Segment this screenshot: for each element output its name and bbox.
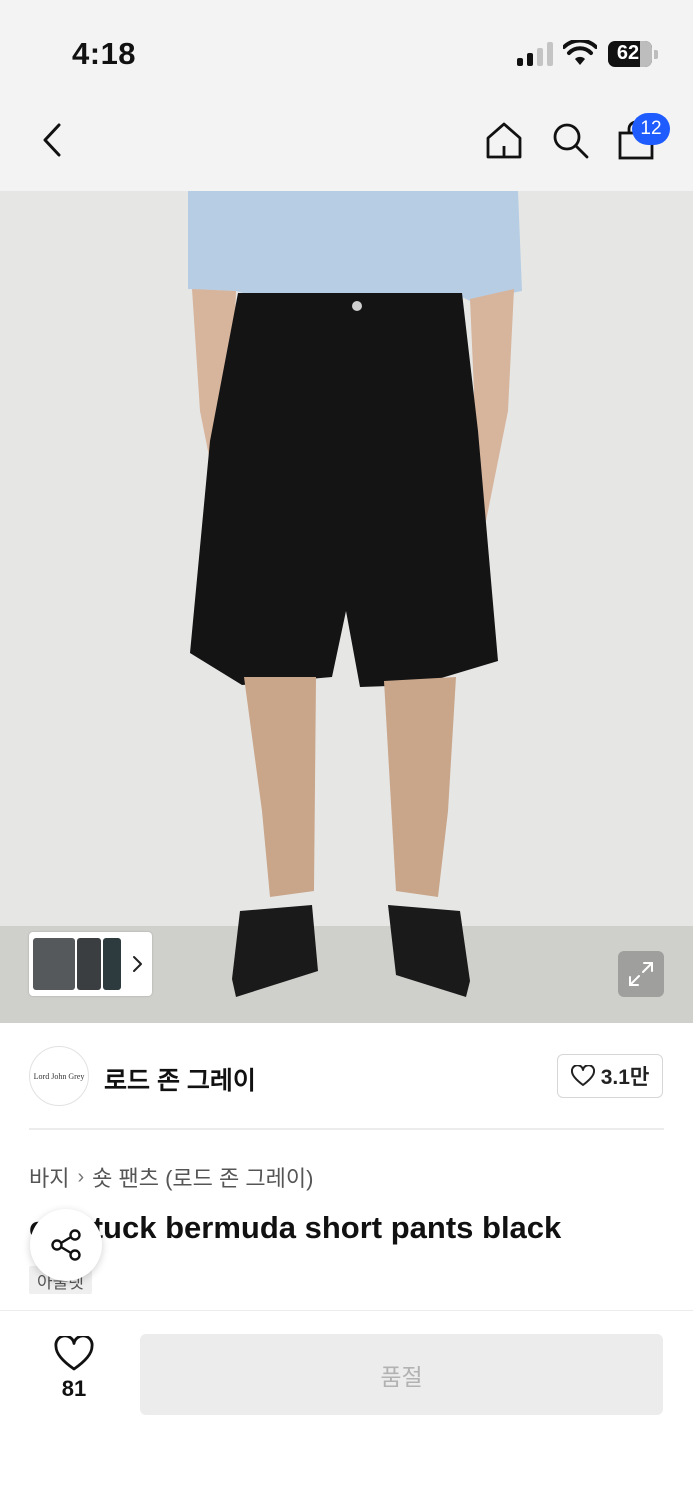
thumbnail-image[interactable] [77,938,101,990]
breadcrumb: 바지 › 숏 팬츠 (로드 존 그레이) [29,1161,313,1193]
divider [29,1128,664,1130]
back-button[interactable] [28,116,76,164]
expand-icon [629,962,653,986]
chevron-left-icon [43,123,61,157]
expand-button[interactable] [618,951,664,997]
battery-icon: 62 [608,41,658,67]
chevron-right-icon: › [77,1165,85,1188]
thumbnail-image[interactable] [103,938,121,990]
product-image[interactable] [0,191,693,1023]
sold-out-button[interactable]: 품절 [140,1334,663,1415]
wish-count: 81 [61,1376,87,1401]
home-button[interactable] [480,116,528,164]
wifi-icon [563,40,597,65]
share-button[interactable] [30,1209,102,1281]
thumbnail-image[interactable] [33,938,75,990]
product-title: one tuck bermuda short pants black [29,1210,562,1245]
brand-name[interactable]: 로드 존 그레이 [104,1061,256,1097]
breadcrumb-item[interactable]: 숏 팬츠 (로드 존 그레이) [92,1161,313,1193]
brand-logo[interactable]: Lord John Grey [29,1046,89,1106]
top-bar: 4:18 62 12 [0,0,693,191]
cellular-signal-icon [517,42,553,66]
brand-like-button[interactable]: 3.1만 [557,1054,663,1098]
brand-like-count: 3.1만 [600,1066,650,1089]
search-icon [553,123,589,159]
brand-row: Lord John Grey 로드 존 그레이 3.1만 [0,1023,693,1131]
brand-logo-text: Lord John Grey [33,1071,85,1081]
heart-icon [570,1065,595,1086]
breadcrumb-item[interactable]: 바지 [29,1161,69,1193]
share-icon [51,1229,81,1261]
home-icon [486,122,522,159]
chevron-right-icon[interactable] [128,950,148,978]
battery-percent: 62 [616,42,640,64]
search-button[interactable] [546,116,594,164]
cart-count-badge: 12 [632,113,670,145]
wish-button[interactable]: 81 [46,1336,102,1410]
heart-icon [54,1336,94,1371]
status-time: 4:18 [72,36,137,71]
